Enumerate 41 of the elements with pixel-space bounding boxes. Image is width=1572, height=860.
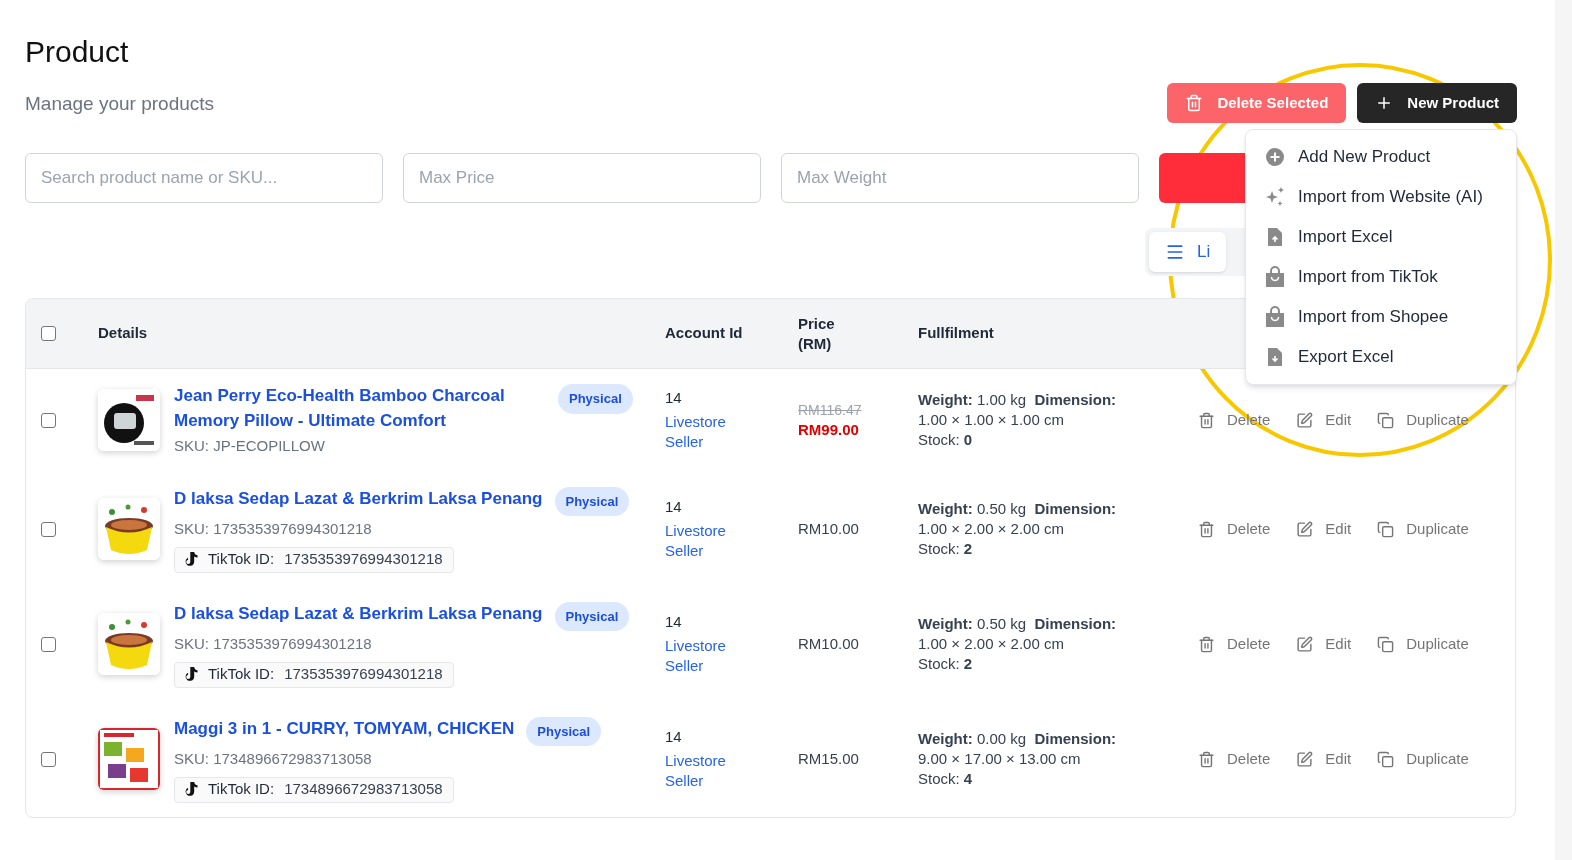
tiktok-id-label: TikTok ID: (208, 779, 275, 800)
fulfilment-line: Weight: 0.50 kg Dimension: (918, 614, 1118, 634)
account-id: 14 (665, 727, 683, 747)
type-badge: Physical (526, 716, 602, 746)
fulfilment-line: 1.00 × 1.00 × 1.00 cm (918, 410, 1065, 431)
account-id: 14 (665, 612, 683, 632)
type-badge: Physical (558, 384, 633, 414)
page-title: Product (25, 34, 130, 70)
column-header: Account Id (665, 323, 744, 344)
tiktok-id-value: 1735353976994301218 (284, 549, 443, 570)
price: RM99.00 (798, 420, 860, 441)
fulfilment-line: Stock: 2 (918, 654, 974, 674)
column-header: Price (RM) (798, 313, 836, 354)
original-price: RM116.47 (798, 401, 863, 421)
tiktok-id-value: 1735353976994301218 (284, 664, 443, 685)
price: RM10.00 (798, 634, 860, 654)
account-id: 14 (665, 388, 683, 409)
fulfilment-line: 1.00 × 2.00 × 2.00 cm (918, 634, 1065, 654)
page-subtitle: Manage your products (25, 92, 215, 116)
sku-text: SKU: 1734896672983713058 (174, 749, 373, 769)
price: RM15.00 (798, 749, 860, 769)
account-id: 14 (665, 497, 683, 517)
sku-text: SKU: 1735353976994301218 (174, 634, 373, 654)
sku-text: SKU: 1735353976994301218 (174, 519, 373, 539)
sku-text: SKU: JP-ECOPILLOW (174, 436, 326, 456)
column-header: Details (98, 323, 149, 344)
fulfilment-line: 1.00 × 2.00 × 2.00 cm (918, 519, 1065, 539)
fulfilment-line: Stock: 0 (918, 430, 974, 451)
fulfilment-line: Stock: 4 (918, 769, 974, 789)
tiktok-id-label: TikTok ID: (208, 549, 275, 570)
column-header: Fullfilment (918, 323, 995, 344)
price: RM10.00 (798, 519, 860, 539)
tiktok-id-label: TikTok ID: (208, 664, 275, 685)
type-badge: Physical (554, 601, 630, 631)
fulfilment-line: 9.00 × 17.00 × 13.00 cm (918, 749, 1082, 769)
tiktok-id-value: 1734896672983713058 (284, 779, 443, 800)
fulfilment-line: Stock: 2 (918, 539, 974, 559)
fulfilment-line: Weight: 0.00 kg Dimension: (918, 729, 1118, 749)
fulfilment-line: Weight: 0.50 kg Dimension: (918, 499, 1118, 519)
fulfilment-line: Weight: 1.00 kg Dimension: (918, 390, 1118, 411)
type-badge: Physical (554, 486, 630, 516)
